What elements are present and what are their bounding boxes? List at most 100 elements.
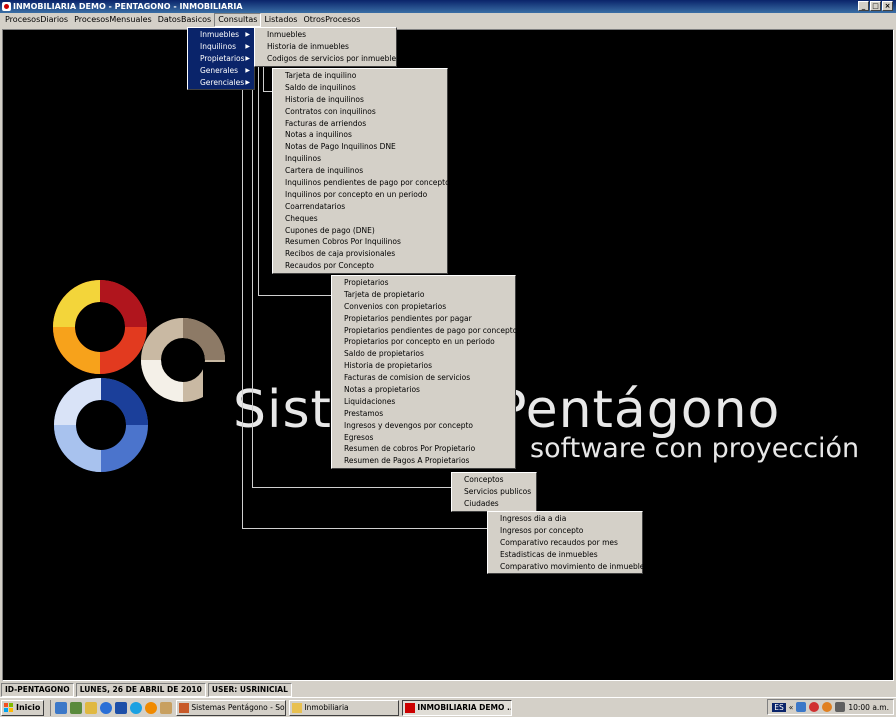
item-label: Generales <box>200 65 239 75</box>
start-button[interactable]: Inicio <box>1 699 45 716</box>
inmuebles-submenu: Inmuebles Historia de inmuebles Codigos … <box>254 27 397 67</box>
close-button[interactable]: × <box>882 1 893 11</box>
title-bar: INMOBILIARIA DEMO - PENTAGONO - INMOBILI… <box>0 0 896 13</box>
item-label: Inmuebles <box>200 30 240 39</box>
tray-expand-icon[interactable]: « <box>789 703 794 712</box>
propietarios-item[interactable]: Liquidaciones <box>332 396 515 408</box>
task-inmobiliaria-demo[interactable]: INMOBILIARIA DEMO ... <box>402 699 513 716</box>
inquilinos-submenu: Tarjeta de inquilino Saldo de inquilinos… <box>272 68 450 275</box>
consultas-item-propietarios[interactable]: Propietarios ▶ <box>188 53 254 65</box>
propietarios-item[interactable]: Propietarios <box>332 277 515 289</box>
quicklaunch-folder-icon[interactable] <box>85 701 98 714</box>
generales-item[interactable]: Conceptos <box>452 474 536 486</box>
tray-network-icon[interactable] <box>796 702 807 712</box>
inmuebles-item[interactable]: Inmuebles <box>255 29 396 41</box>
submenu-arrow-icon: ▶ <box>245 54 250 62</box>
system-tray: ES « 10:00 a.m. <box>767 699 894 715</box>
propietarios-item[interactable]: Propietarios por concepto en un periodo <box>332 336 515 348</box>
tray-volume-icon[interactable] <box>835 702 846 712</box>
inquilinos-item[interactable]: Historia de inquilinos <box>273 94 447 106</box>
task-label: Inmobiliaria <box>304 702 349 712</box>
inquilinos-item[interactable]: Notas de Pago Inquilinos DNE <box>273 141 447 153</box>
inquilinos-item[interactable]: Cartera de inquilinos <box>273 165 447 177</box>
propietarios-item[interactable]: Prestamos <box>332 408 515 420</box>
language-indicator[interactable]: ES <box>772 702 786 712</box>
window-title: INMOBILIARIA DEMO - PENTAGONO - INMOBILI… <box>13 2 243 11</box>
quicklaunch-app2-icon[interactable] <box>160 701 173 714</box>
propietarios-item[interactable]: Facturas de comision de servicios <box>332 372 515 384</box>
propietarios-item[interactable]: Propietarios pendientes de pago por conc… <box>332 325 517 337</box>
quicklaunch-network-icon[interactable] <box>70 701 83 714</box>
menu-procesos-diarios[interactable]: ProcesosDiarios <box>2 13 71 27</box>
inquilinos-item[interactable]: Inquilinos por concepto en un periodo <box>273 189 447 201</box>
task-label: Sistemas Pentágono - So... <box>191 702 287 712</box>
task-sistemas-pentagono[interactable]: Sistemas Pentágono - So... <box>176 699 287 716</box>
consultas-item-gerenciales[interactable]: Gerenciales ▶ <box>188 77 254 89</box>
propietarios-item[interactable]: Propietarios pendientes por pagar <box>332 313 515 325</box>
start-label: Inicio <box>16 702 41 712</box>
propietarios-item[interactable]: Tarjeta de propietario <box>332 289 515 301</box>
consultas-item-inmuebles[interactable]: Inmuebles ▶ <box>188 29 254 41</box>
propietarios-item[interactable]: Resumen de Pagos A Propietarios <box>332 455 515 467</box>
gerenciales-item[interactable]: Comparativo movimiento de inmuebles <box>488 561 648 573</box>
item-label: Inquilinos <box>200 41 236 51</box>
propietarios-item[interactable]: Egresos <box>332 432 515 444</box>
gerenciales-item[interactable]: Ingresos dia a dia <box>488 513 642 525</box>
propietarios-item[interactable]: Convenios con propietarios <box>332 301 515 313</box>
inquilinos-item[interactable]: Inquilinos pendientes de pago por concep… <box>273 177 450 189</box>
quick-launch <box>50 699 173 716</box>
consultas-item-inquilinos[interactable]: Inquilinos ▶ <box>188 41 254 53</box>
consultas-item-generales[interactable]: Generales ▶ <box>188 65 254 77</box>
menu-bar: ProcesosDiarios ProcesosMensuales DatosB… <box>0 13 896 27</box>
generales-item[interactable]: Servicios publicos <box>452 486 536 498</box>
propietarios-item[interactable]: Notas a propietarios <box>332 384 515 396</box>
menu-otros-procesos[interactable]: OtrosProcesos <box>300 13 363 27</box>
inquilinos-item[interactable]: Tarjeta de inquilino <box>273 70 447 82</box>
inquilinos-item[interactable]: Facturas de arriendos <box>273 118 447 130</box>
window-icon <box>179 702 190 713</box>
quicklaunch-word-icon[interactable] <box>115 701 128 714</box>
status-company-id: ID-PENTAGONO <box>1 683 74 697</box>
inmuebles-item[interactable]: Codigos de servicios por inmueble <box>255 53 396 65</box>
gerenciales-item[interactable]: Comparativo recaudos por mes <box>488 537 642 549</box>
logo-ring-warm <box>53 280 147 374</box>
quicklaunch-app-icon[interactable] <box>55 701 68 714</box>
menu-procesos-mensuales[interactable]: ProcesosMensuales <box>71 13 155 27</box>
menu-datos-basicos[interactable]: DatosBasicos <box>155 13 215 27</box>
inquilinos-item[interactable]: Recibos de caja provisionales <box>273 248 447 260</box>
menu-consultas[interactable]: Consultas <box>214 13 262 27</box>
propietarios-item[interactable]: Historia de propietarios <box>332 360 515 372</box>
quicklaunch-ie-icon[interactable] <box>100 701 113 714</box>
quicklaunch-skype-icon[interactable] <box>130 701 143 714</box>
task-label: INMOBILIARIA DEMO ... <box>417 702 513 712</box>
inquilinos-item[interactable]: Cupones de pago (DNE) <box>273 225 447 237</box>
submenu-arrow-icon: ▶ <box>245 66 250 74</box>
inquilinos-item[interactable]: Contratos con inquilinos <box>273 106 447 118</box>
inquilinos-item[interactable]: Recaudos por Concepto <box>273 260 447 272</box>
menu-listados[interactable]: Listados <box>261 13 300 27</box>
inquilinos-item[interactable]: Cheques <box>273 213 447 225</box>
gerenciales-item[interactable]: Ingresos por concepto <box>488 525 642 537</box>
inquilinos-item[interactable]: Resumen Cobros Por Inquilinos <box>273 236 447 248</box>
propietarios-item[interactable]: Ingresos y devengos por concepto <box>332 420 515 432</box>
propietarios-submenu: Propietarios Tarjeta de propietario Conv… <box>331 275 517 470</box>
propietarios-item[interactable]: Saldo de propietarios <box>332 348 515 360</box>
tray-update-icon[interactable] <box>822 702 833 712</box>
submenu-arrow-icon: ▶ <box>245 42 250 50</box>
inmuebles-item[interactable]: Historia de inmuebles <box>255 41 396 53</box>
propietarios-item[interactable]: Resumen de cobros Por Propietario <box>332 443 515 455</box>
submenu-arrow-icon: ▶ <box>245 78 250 86</box>
maximize-button[interactable]: □ <box>870 1 881 11</box>
tray-antivirus-icon[interactable] <box>809 702 820 712</box>
minimize-button[interactable]: _ <box>858 1 869 11</box>
inquilinos-item[interactable]: Notas a inquilinos <box>273 129 447 141</box>
quicklaunch-media-icon[interactable] <box>145 701 158 714</box>
windows-flag-icon <box>4 702 14 713</box>
inquilinos-item[interactable]: Coarrendatarios <box>273 201 447 213</box>
app-icon <box>405 702 416 713</box>
inquilinos-item[interactable]: Saldo de inquilinos <box>273 82 447 94</box>
inquilinos-item[interactable]: Inquilinos <box>273 153 447 165</box>
generales-item[interactable]: Ciudades <box>452 498 536 510</box>
gerenciales-item[interactable]: Estadisticas de inmuebles <box>488 549 642 561</box>
task-inmobiliaria[interactable]: Inmobiliaria <box>289 699 400 716</box>
